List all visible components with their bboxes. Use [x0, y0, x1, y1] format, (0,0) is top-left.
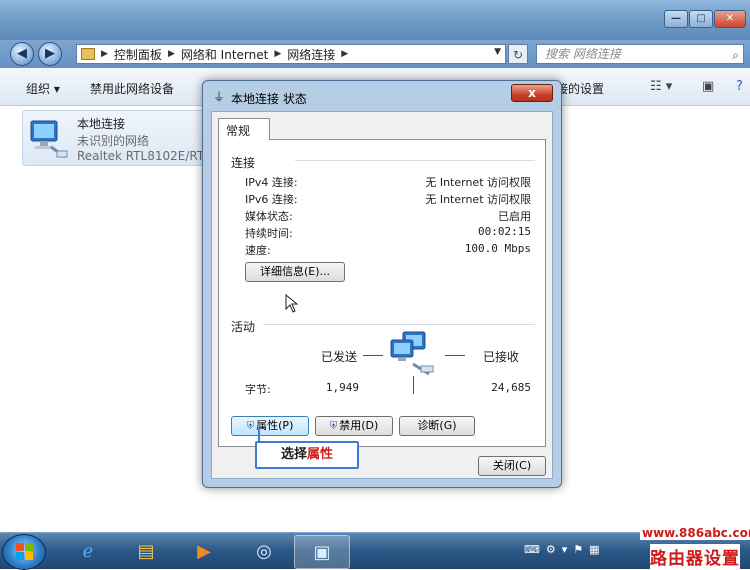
address-dropdown-icon[interactable]: ▼ — [494, 47, 501, 57]
callout-pointer — [258, 428, 260, 442]
dialog-body: 常规 连接 IPv4 连接: 无 Internet 访问权限 IPv6 连接: … — [211, 111, 553, 479]
speed-label: 速度: — [245, 244, 271, 257]
forward-button[interactable]: ▶ — [38, 42, 62, 66]
ipv4-value: 无 Internet 访问权限 — [425, 176, 531, 189]
window-controls: — □ ✕ — [664, 10, 746, 28]
callout-highlight: 属性 — [307, 447, 334, 462]
properties-button[interactable]: ⛨ 属性(P) — [231, 416, 309, 436]
window-titlebar: — □ ✕ — [0, 0, 750, 40]
tutorial-callout: 选择属性 — [255, 441, 359, 469]
taskbar: ℯ ▤ ▶ ◎ ▣ ⌨ ⚙ ▾ ⚑ ▦ — [0, 532, 750, 570]
search-input[interactable]: 搜索 网络连接 ⌕ — [536, 44, 744, 64]
help-icon[interactable]: ? — [736, 79, 743, 94]
bytes-received-value: 24,685 — [491, 381, 531, 394]
uac-shield-icon: ⛨ — [329, 421, 338, 432]
refresh-button[interactable]: ↻ — [508, 44, 528, 64]
activity-group-title: 活动 — [231, 320, 256, 334]
mouse-cursor-icon — [285, 294, 299, 313]
flag-icon[interactable]: ⚑ — [573, 543, 583, 556]
network-tray-icon[interactable]: ▦ — [589, 543, 599, 556]
sent-line — [363, 355, 383, 356]
file-explorer-icon[interactable]: ▤ — [118, 535, 174, 569]
tab-general[interactable]: 常规 — [218, 118, 270, 140]
internet-explorer-icon[interactable]: ℯ — [60, 535, 116, 569]
sent-label: 已发送 — [321, 350, 358, 364]
received-line — [445, 355, 465, 356]
connection-device: Realtek RTL8102E/RTL8 — [77, 149, 219, 163]
media-player-icon[interactable]: ▶ — [176, 535, 232, 569]
media-state-value: 已启用 — [498, 210, 531, 223]
minimize-button[interactable]: — — [664, 10, 688, 28]
local-connection-status-dialog: ⏚ 本地连接 状态 x 常规 连接 IPv4 连接: 无 Internet 访问… — [202, 80, 562, 488]
general-tab-panel: 连接 IPv4 连接: 无 Internet 访问权限 IPv6 连接: 无 I… — [218, 139, 546, 447]
diagnose-button[interactable]: 诊断(G) — [399, 416, 475, 436]
breadcrumb-chevron-icon: ▶ — [274, 49, 282, 59]
dialog-close-button[interactable]: x — [511, 84, 553, 102]
close-button[interactable]: 关闭(C) — [478, 456, 546, 476]
watermark-text: 路由器设置 — [650, 544, 740, 569]
start-button[interactable] — [2, 534, 46, 570]
watermark-url: www.886abc.com — [640, 526, 750, 540]
disable-device-button[interactable]: 禁用此网络设备 — [90, 80, 174, 97]
change-settings-button[interactable]: 接的设置 — [556, 80, 604, 97]
properties-button-label: 属性(P) — [256, 419, 294, 432]
connection-group-title: 连接 — [231, 156, 256, 170]
app-icon[interactable]: ◎ — [236, 535, 292, 569]
system-tray: ⌨ ⚙ ▾ ⚑ ▦ — [524, 543, 600, 556]
breadcrumb-chevron-icon: ▶ — [101, 49, 108, 59]
divider — [295, 160, 535, 161]
speed-value: 100.0 Mbps — [464, 242, 531, 255]
search-placeholder: 搜索 网络连接 — [545, 47, 621, 61]
media-state-label: 媒体状态: — [245, 210, 293, 223]
duration-label: 持续时间: — [245, 227, 293, 240]
dialog-titlebar: ⏚ 本地连接 状态 x — [203, 81, 561, 111]
tray-chevron-icon[interactable]: ▾ — [562, 543, 568, 556]
uac-shield-icon: ⛨ — [246, 421, 255, 432]
windows-logo-icon — [16, 543, 34, 561]
breadcrumb-item[interactable]: 网络和 Internet — [181, 46, 268, 63]
search-icon[interactable]: ⌕ — [732, 46, 739, 64]
callout-text: 选择 — [280, 447, 307, 462]
network-connections-task[interactable]: ▣ — [294, 535, 350, 569]
breadcrumb-item[interactable]: 控制面板 — [114, 46, 162, 63]
divider — [263, 324, 535, 325]
address-field[interactable]: ▶ 控制面板 ▶ 网络和 Internet ▶ 网络连接 ▶ ▼ — [76, 44, 506, 64]
dialog-title: 本地连接 状态 — [231, 92, 307, 106]
ipv6-value: 无 Internet 访问权限 — [425, 193, 531, 206]
ipv4-label: IPv4 连接: — [245, 176, 298, 189]
network-adapter-icon — [30, 120, 68, 159]
breadcrumb-chevron-icon: ▶ — [167, 49, 175, 59]
connection-name: 本地连接 — [77, 117, 126, 131]
preview-pane-icon[interactable]: ▣ — [702, 79, 714, 94]
view-options-icon[interactable]: ☷ ▾ — [650, 79, 672, 94]
bytes-label: 字节: — [245, 383, 271, 396]
disable-button-label: 禁用(D) — [339, 419, 379, 432]
tray-settings-icon[interactable]: ⚙ — [546, 543, 556, 556]
back-button[interactable]: ◀ — [10, 42, 34, 66]
maximize-button[interactable]: □ — [689, 10, 713, 28]
connection-item-local[interactable]: 本地连接 未识别的网络 Realtek RTL8102E/RTL8 — [22, 110, 222, 166]
received-label: 已接收 — [483, 350, 520, 364]
disable-button[interactable]: ⛨ 禁用(D) — [315, 416, 393, 436]
details-button[interactable]: 详细信息(E)... — [245, 262, 345, 282]
bytes-sent-value: 1,949 — [325, 381, 359, 394]
connection-status: 未识别的网络 — [77, 134, 150, 148]
close-window-button[interactable]: ✕ — [714, 10, 746, 28]
breadcrumb-item[interactable]: 网络连接 — [287, 46, 335, 63]
network-activity-icon — [390, 331, 434, 376]
plug-icon: ⏚ — [213, 90, 226, 104]
breadcrumb-chevron-icon: ▶ — [341, 49, 349, 59]
ipv6-label: IPv6 连接: — [245, 193, 298, 206]
control-panel-icon — [81, 48, 95, 60]
duration-value: 00:02:15 — [478, 225, 531, 238]
organize-menu[interactable]: 组织 ▾ — [26, 80, 60, 97]
activity-divider — [413, 376, 414, 394]
address-bar: ◀ ▶ ▶ 控制面板 ▶ 网络和 Internet ▶ 网络连接 ▶ ▼ ↻ 搜… — [0, 40, 750, 68]
keyboard-icon[interactable]: ⌨ — [524, 543, 540, 556]
